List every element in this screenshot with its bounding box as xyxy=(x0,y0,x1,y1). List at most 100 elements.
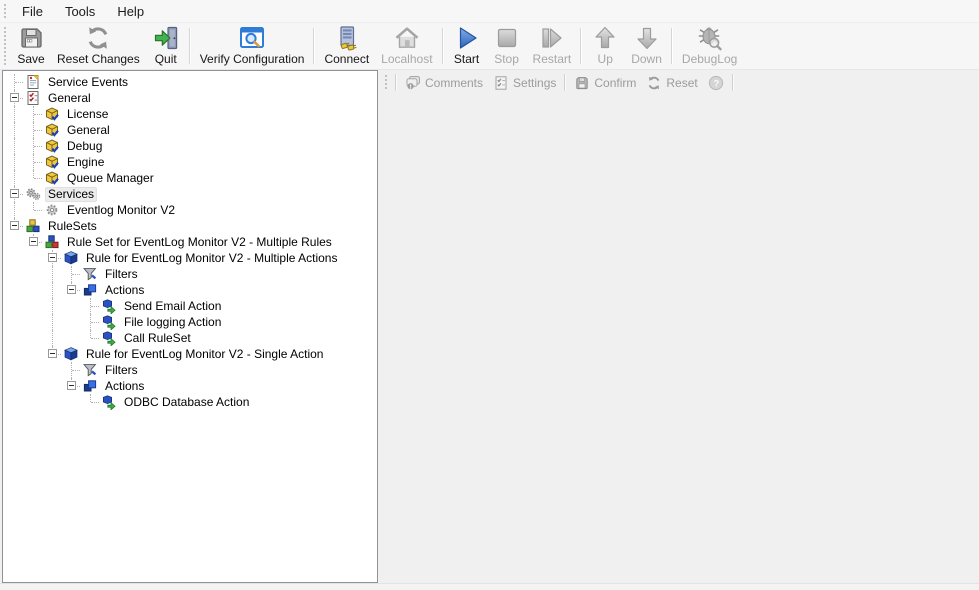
tree-item-queue-manager[interactable]: Queue Manager xyxy=(5,170,377,186)
menu-help[interactable]: Help xyxy=(106,2,155,21)
tree-item-label[interactable]: General xyxy=(64,123,113,138)
tree-connector xyxy=(62,378,81,394)
tree-item-label[interactable]: Services xyxy=(45,187,97,202)
collapse-toggle[interactable] xyxy=(48,253,57,262)
settings-icon xyxy=(493,75,509,91)
tree-item-label[interactable]: General xyxy=(45,91,94,106)
verify-configuration-button[interactable]: Verify Configuration xyxy=(194,23,311,69)
tree-item-label[interactable]: Debug xyxy=(64,139,105,154)
toolbar-separator xyxy=(580,28,582,64)
tree-guide-line xyxy=(5,378,24,394)
tree-item-rule-for-eventlog-monitor-v2-single-action[interactable]: Rule for EventLog Monitor V2 - Single Ac… xyxy=(5,346,377,362)
stop-button[interactable]: Stop xyxy=(487,23,527,69)
tree-guide-line xyxy=(5,138,24,154)
tree-item-label[interactable]: ODBC Database Action xyxy=(121,395,252,410)
tree-connector xyxy=(24,170,43,186)
confirm-button[interactable]: Confirm xyxy=(569,73,641,93)
quit-button[interactable]: Quit xyxy=(146,23,186,69)
tree-item-call-ruleset[interactable]: Call RuleSet xyxy=(5,330,377,346)
toolbar-grip-handle[interactable] xyxy=(3,26,7,66)
tree-item-file-logging-action[interactable]: File logging Action xyxy=(5,314,377,330)
help-button[interactable]: ? xyxy=(703,73,729,93)
collapse-toggle[interactable] xyxy=(29,237,38,246)
tree-item-service-events[interactable]: Service Events xyxy=(5,74,377,90)
tree-item-rule-for-eventlog-monitor-v2-multiple-actions[interactable]: Rule for EventLog Monitor V2 - Multiple … xyxy=(5,250,377,266)
reset-button[interactable]: Reset xyxy=(641,73,702,93)
restart-button[interactable]: Restart xyxy=(527,23,578,69)
debuglog-icon xyxy=(696,24,724,52)
tree-item-actions[interactable]: Actions xyxy=(5,378,377,394)
tree-item-services[interactable]: Services xyxy=(5,186,377,202)
detail-toolbar-button-label: Settings xyxy=(513,76,556,90)
up-button[interactable]: Up xyxy=(585,23,625,69)
tree-item-label[interactable]: Filters xyxy=(102,267,141,282)
collapse-toggle[interactable] xyxy=(48,349,57,358)
debuglog-button[interactable]: DebugLog xyxy=(676,23,743,69)
tree-connector xyxy=(5,90,24,106)
connect-button[interactable]: Connect xyxy=(318,23,375,69)
tree-guide-line xyxy=(24,314,43,330)
tree-item-send-email-action[interactable]: Send Email Action xyxy=(5,298,377,314)
tree-item-label[interactable]: Service Events xyxy=(45,75,131,90)
tree-item-rule-set-for-eventlog-monitor-v2-multiple-rules[interactable]: Rule Set for EventLog Monitor V2 - Multi… xyxy=(5,234,377,250)
toolbar-separator xyxy=(313,28,315,64)
comments-button[interactable]: Comments xyxy=(400,73,488,93)
tree-item-license[interactable]: License xyxy=(5,106,377,122)
menu-tools[interactable]: Tools xyxy=(54,2,106,21)
tree-item-odbc-database-action[interactable]: ODBC Database Action xyxy=(5,394,377,410)
tree-item-label[interactable]: Queue Manager xyxy=(64,171,157,186)
tree-item-label[interactable]: Engine xyxy=(64,155,107,170)
tree-item-label[interactable]: Filters xyxy=(102,363,141,378)
tree-item-general[interactable]: General xyxy=(5,90,377,106)
menubar-grip-handle[interactable] xyxy=(3,3,7,19)
toolbar-button-label: Quit xyxy=(155,53,177,66)
collapse-toggle[interactable] xyxy=(10,189,19,198)
verify-configuration-icon xyxy=(238,24,266,52)
tree-item-label[interactable]: RuleSets xyxy=(45,219,100,234)
tree-item-actions[interactable]: Actions xyxy=(5,282,377,298)
down-button[interactable]: Down xyxy=(625,23,668,69)
tree-item-label[interactable]: Eventlog Monitor V2 xyxy=(64,203,178,218)
configuration-client-window: FileToolsHelp SaveReset Changes Quit Verif… xyxy=(0,0,979,590)
tree-item-label[interactable]: Actions xyxy=(102,283,147,298)
tree-item-label[interactable]: Send Email Action xyxy=(121,299,224,314)
detail-toolbar-grip-handle[interactable] xyxy=(384,74,388,91)
save-button[interactable]: Save xyxy=(11,23,51,69)
tree-item-label[interactable]: License xyxy=(64,107,111,122)
collapse-toggle[interactable] xyxy=(67,285,76,294)
tree-item-label[interactable]: Rule Set for EventLog Monitor V2 - Multi… xyxy=(64,235,335,250)
collapse-toggle[interactable] xyxy=(67,381,76,390)
stop-icon xyxy=(493,24,521,52)
service-events-icon xyxy=(25,74,41,90)
tree-item-label[interactable]: File logging Action xyxy=(121,315,224,330)
package-icon xyxy=(44,106,60,122)
tree-item-label[interactable]: Rule for EventLog Monitor V2 - Single Ac… xyxy=(83,347,326,362)
reset-changes-button[interactable]: Reset Changes xyxy=(51,23,146,69)
tree-item-label[interactable]: Call RuleSet xyxy=(121,331,194,346)
localhost-button[interactable]: Localhost xyxy=(375,23,438,69)
tree-item-filters[interactable]: Filters xyxy=(5,266,377,282)
settings-button[interactable]: Settings xyxy=(488,73,561,93)
detail-toolbar-separator xyxy=(395,74,397,91)
toolbar-button-label: Start xyxy=(454,53,479,66)
tree-guide-line xyxy=(5,346,24,362)
tree-guide-line xyxy=(5,234,24,250)
start-button[interactable]: Start xyxy=(447,23,487,69)
tree-item-rulesets[interactable]: RuleSets xyxy=(5,218,377,234)
tree-guide-line xyxy=(62,330,81,346)
tree-item-label[interactable]: Actions xyxy=(102,379,147,394)
rule-cube-icon xyxy=(63,250,79,266)
help-icon: ? xyxy=(708,75,724,91)
tree-item-eventlog-monitor-v2[interactable]: Eventlog Monitor V2 xyxy=(5,202,377,218)
collapse-toggle[interactable] xyxy=(10,93,19,102)
toolbar-button-label: DebugLog xyxy=(682,53,737,66)
tree-item-engine[interactable]: Engine xyxy=(5,154,377,170)
collapse-toggle[interactable] xyxy=(10,221,19,230)
menu-file[interactable]: File xyxy=(11,2,54,21)
toolbar-separator xyxy=(671,28,673,64)
tree-item-debug[interactable]: Debug xyxy=(5,138,377,154)
tree-item-general[interactable]: General xyxy=(5,122,377,138)
tree-item-filters[interactable]: Filters xyxy=(5,362,377,378)
tree-item-label[interactable]: Rule for EventLog Monitor V2 - Multiple … xyxy=(83,251,340,266)
toolbar-button-label: Down xyxy=(631,53,662,66)
